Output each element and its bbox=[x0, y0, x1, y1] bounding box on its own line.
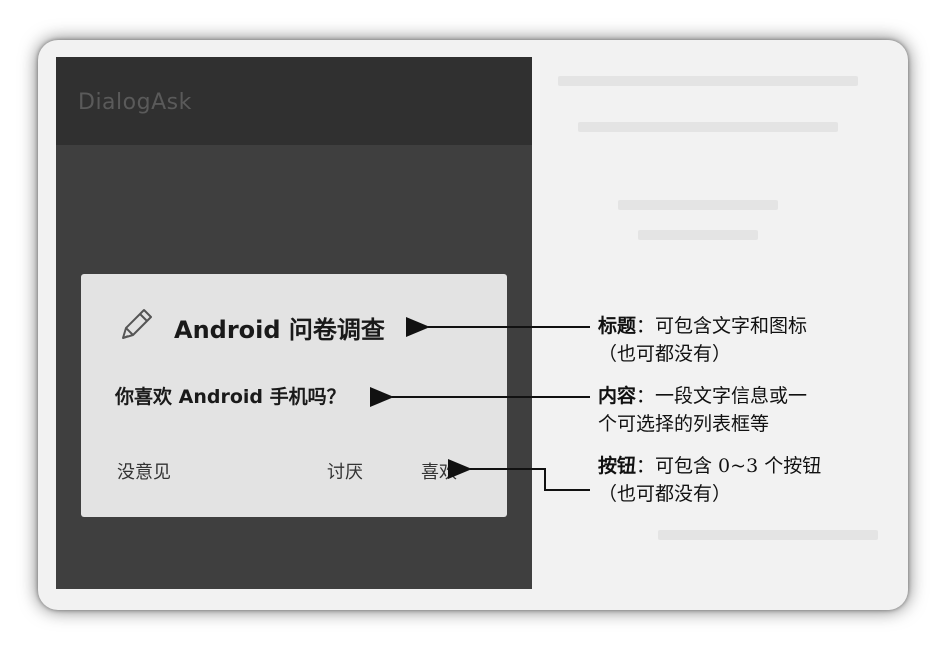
annotation-buttons-label: 按钮 bbox=[598, 455, 637, 477]
buttons-arrow bbox=[448, 459, 590, 491]
annotation-buttons: 按钮：可包含 0~3 个按钮 （也可都没有） bbox=[598, 452, 821, 508]
annotation-message-label: 内容 bbox=[598, 385, 637, 407]
annotation-title-line2: （也可都没有） bbox=[598, 343, 732, 365]
annotation-message-line1: ：一段文字信息或一 bbox=[636, 385, 808, 407]
annotation-title: 标题：可包含文字和图标 （也可都没有） bbox=[598, 312, 807, 368]
annotation-buttons-line2: （也可都没有） bbox=[598, 483, 732, 505]
annotation-buttons-line1: ：可包含 0~3 个按钮 bbox=[636, 455, 822, 477]
annotation-message-line2: 个可选择的列表框等 bbox=[598, 413, 770, 435]
annotation-message: 内容：一段文字信息或一 个可选择的列表框等 bbox=[598, 382, 807, 438]
annotation-title-line1: ：可包含文字和图标 bbox=[636, 315, 808, 337]
annotation-title-label: 标题 bbox=[598, 315, 637, 337]
